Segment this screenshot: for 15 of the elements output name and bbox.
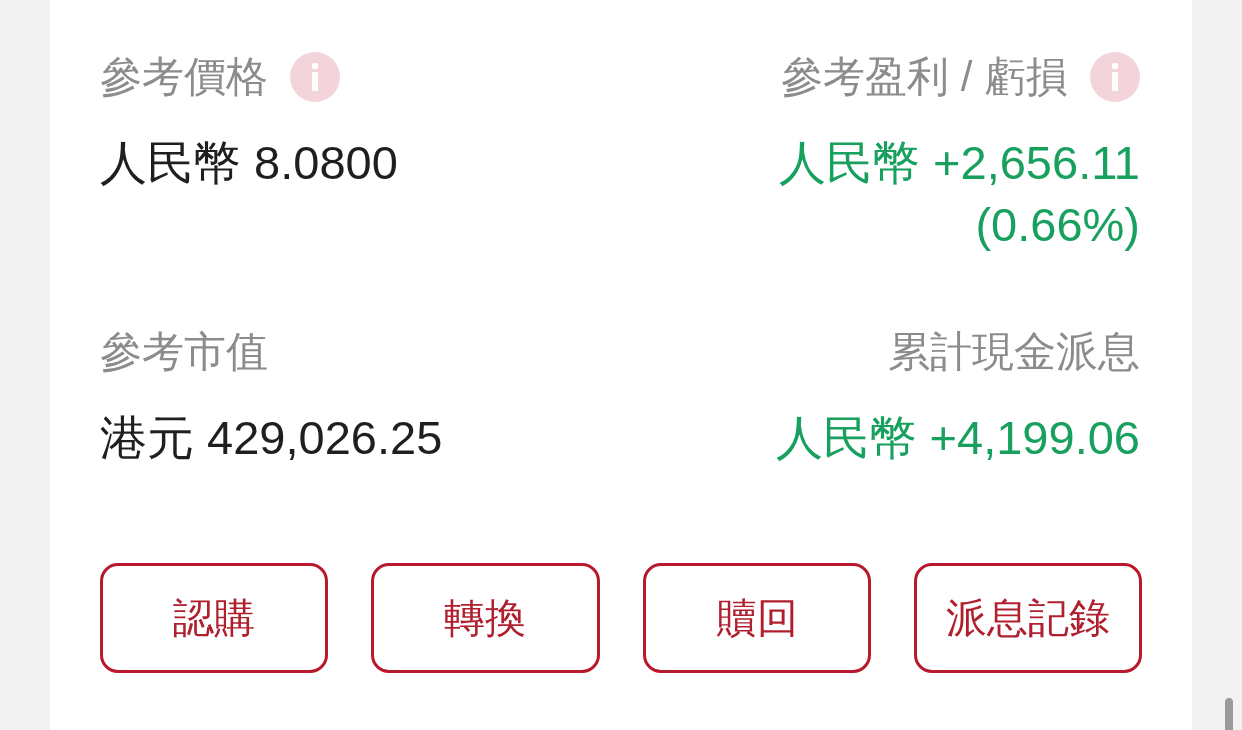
metric-value: 人民幣 +4,199.06 <box>775 410 1140 466</box>
action-button[interactable]: 認購 <box>100 563 329 673</box>
info-icon[interactable] <box>1090 52 1140 102</box>
metric-value: 港元 429,026.25 <box>100 410 443 466</box>
action-button[interactable]: 派息記錄 <box>913 563 1142 673</box>
metric-value: 人民幣 +2,656.11 <box>779 135 1140 191</box>
action-button[interactable]: 贖回 <box>642 563 871 673</box>
metric-label: 參考價格 <box>100 52 268 102</box>
metric-label: 參考盈利 / 虧損 <box>781 52 1068 102</box>
metric-change: (0.66%) <box>975 197 1140 253</box>
action-button[interactable]: 轉換 <box>371 563 600 673</box>
metric-label: 累計現金派息 <box>888 327 1140 377</box>
info-icon[interactable] <box>290 52 340 102</box>
metric-value: 人民幣 8.0800 <box>100 135 398 191</box>
metric-label: 參考市值 <box>100 327 268 377</box>
